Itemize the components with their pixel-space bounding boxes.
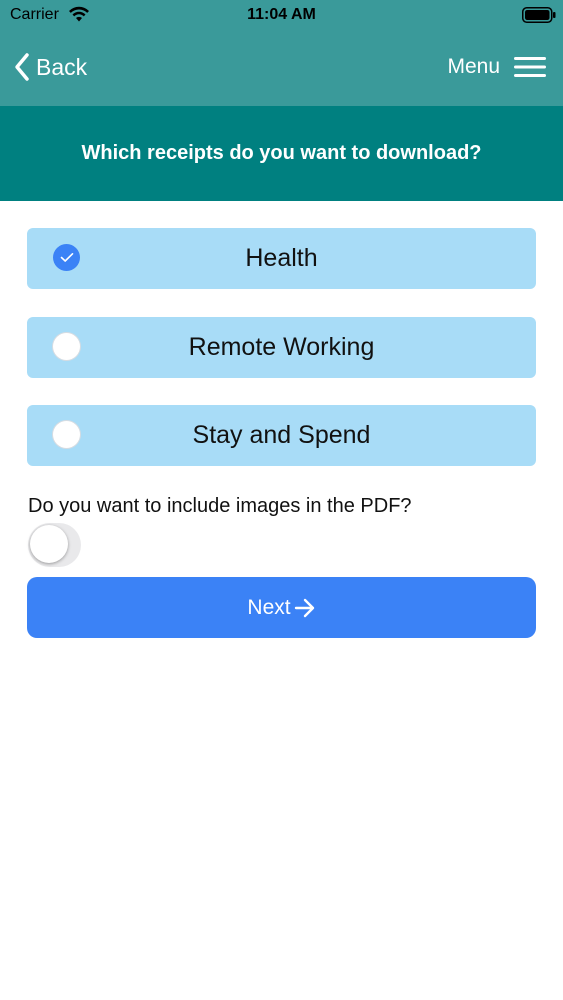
radio-stay-and-spend[interactable] xyxy=(53,421,80,448)
radio-remote-working[interactable] xyxy=(53,333,80,360)
option-label: Remote Working xyxy=(188,333,375,361)
chevron-left-icon xyxy=(15,53,29,81)
status-bar: Carrier 11:04 AM xyxy=(0,0,563,30)
include-images-toggle[interactable] xyxy=(28,523,81,567)
hamburger-icon xyxy=(514,57,546,77)
clock: 11:04 AM xyxy=(247,6,316,23)
back-label: Back xyxy=(36,53,88,80)
option-label: Health xyxy=(245,244,318,272)
question-banner: Which receipts do you want to download? xyxy=(0,106,563,201)
arrow-right-icon xyxy=(294,598,314,617)
toggle-knob xyxy=(30,525,68,563)
back-button[interactable]: Back xyxy=(12,50,87,84)
option-stay-and-spend[interactable]: Stay and Spend xyxy=(27,405,536,466)
checkmark-icon xyxy=(60,253,73,262)
radio-health[interactable] xyxy=(53,244,80,271)
battery-icon xyxy=(522,7,556,23)
menu-button[interactable]: Menu xyxy=(447,52,546,82)
include-images-label: Do you want to include images in the PDF… xyxy=(28,495,412,517)
next-label: Next xyxy=(247,595,291,619)
question-title: Which receipts do you want to download? xyxy=(81,142,482,164)
menu-label: Menu xyxy=(447,55,500,78)
header-area: Carrier 11:04 AM Back Menu xyxy=(0,0,563,106)
option-label: Stay and Spend xyxy=(192,421,371,449)
option-health[interactable]: Health xyxy=(27,228,536,289)
option-remote-working[interactable]: Remote Working xyxy=(27,317,536,378)
next-button[interactable]: Next xyxy=(27,577,536,638)
